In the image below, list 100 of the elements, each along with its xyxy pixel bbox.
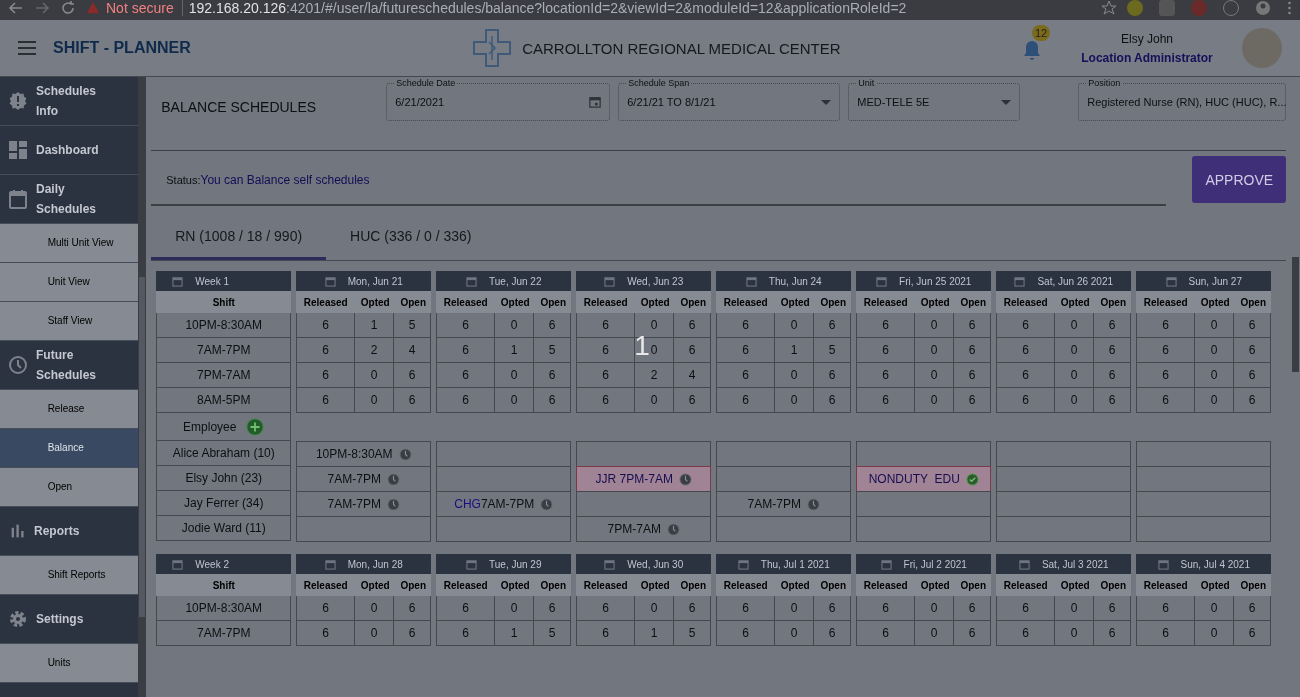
- column-header: Open: [539, 296, 568, 308]
- column-header: Opted: [639, 296, 671, 308]
- employee-cell: Jay Ferrer (34): [156, 491, 292, 516]
- count-cell: 6: [394, 621, 432, 645]
- shift-assignment[interactable]: 10PM-8:30AM: [296, 441, 432, 466]
- assignment-text: 7PM-7AM: [607, 522, 661, 536]
- count-cell: 6: [1094, 363, 1132, 387]
- tab[interactable]: RN (1008 / 18 / 990): [151, 214, 327, 260]
- shift-assignment[interactable]: 7AM-7PM: [296, 491, 432, 516]
- count-cell: 6: [577, 363, 635, 387]
- column-header: Open: [1099, 579, 1128, 591]
- day-header: Tue, Jun 29: [436, 554, 572, 574]
- clock-icon[interactable]: [806, 497, 820, 511]
- sidebar-item[interactable]: Release: [0, 390, 139, 429]
- clock-icon: [8, 355, 28, 375]
- shift-cell: 7PM-7AM: [156, 363, 292, 388]
- clock-icon[interactable]: [540, 497, 554, 511]
- calendar-icon[interactable]: [589, 96, 602, 108]
- count-cell: 6: [437, 338, 495, 362]
- column-header: Opted: [499, 579, 531, 591]
- calendar-icon: [172, 558, 184, 570]
- count-cell: 6: [437, 621, 495, 645]
- dropdown-arrow-icon[interactable]: [821, 99, 832, 105]
- count-cell: 6: [857, 388, 915, 412]
- count-cell: 6: [997, 388, 1055, 412]
- sidebar-item[interactable]: Balance: [0, 429, 139, 468]
- count-cell: 4: [394, 338, 432, 362]
- assignment-text: 10PM-8:30AM: [315, 447, 393, 461]
- count-cell: 1: [494, 338, 535, 362]
- count-cell: 6: [814, 621, 852, 645]
- shift-assignment[interactable]: 7PM-7AM: [576, 516, 712, 542]
- clock-icon[interactable]: [678, 472, 692, 486]
- shift-assignment[interactable]: 7AM-7PM: [296, 466, 432, 491]
- count-cell: 6: [717, 338, 775, 362]
- calendar-icon: [324, 558, 336, 570]
- clock-icon[interactable]: [386, 472, 400, 486]
- column-header: Released: [862, 579, 909, 591]
- count-cell: 0: [354, 388, 395, 412]
- clock-icon[interactable]: [386, 497, 400, 511]
- approve-button[interactable]: APPROVE: [1192, 156, 1287, 203]
- count-cell: 0: [634, 596, 675, 620]
- dropdown-arrow-icon[interactable]: [1001, 99, 1012, 105]
- reload-icon[interactable]: [60, 0, 76, 16]
- add-icon[interactable]: [246, 417, 265, 436]
- count-cell: 0: [1054, 338, 1095, 362]
- back-icon[interactable]: [8, 0, 24, 16]
- count-cell: 6: [394, 596, 432, 620]
- column-header: Opted: [779, 579, 811, 591]
- schedule-flag[interactable]: NONDUTY EDU: [856, 466, 992, 491]
- column-header: Shift: [156, 574, 292, 596]
- count-cell: 6: [1234, 363, 1272, 387]
- sidebar-item[interactable]: Units: [0, 644, 139, 683]
- check-circle-icon[interactable]: [965, 472, 979, 486]
- column-header: Open: [1239, 296, 1268, 308]
- sidebar-item[interactable]: Open: [0, 468, 139, 507]
- column-header: Open: [539, 579, 568, 591]
- count-cell: 0: [494, 388, 535, 412]
- day-header: Wed, Jun 30: [576, 554, 712, 574]
- employee-cell: Elsy John (23): [156, 466, 292, 491]
- count-cell: 0: [774, 388, 815, 412]
- calendar-icon: [745, 275, 757, 287]
- count-cell: 6: [1137, 363, 1195, 387]
- profile-icon[interactable]: [1255, 0, 1271, 16]
- assignment-text: 7AM-7PM: [747, 497, 801, 511]
- bell-icon[interactable]: [1022, 39, 1042, 61]
- clock-icon[interactable]: [666, 522, 680, 536]
- sidebar-item[interactable]: Shift Reports: [0, 556, 139, 595]
- schedule-flag[interactable]: JJR 7PM-7AM: [576, 466, 712, 491]
- sidebar-item[interactable]: Multi Unit View: [0, 224, 139, 263]
- sidebar-item[interactable]: Unit View: [0, 263, 139, 302]
- url-text: 192.168.20.126:4201/#/user/la/futureschedules/balance?locationId=2&viewId=2&moduleId=12&applicationRoleId=2: [188, 0, 908, 16]
- shift-assignment[interactable]: CHG7AM-7PM: [436, 491, 572, 516]
- count-cell: 6: [1137, 388, 1195, 412]
- column-header: Released: [1142, 296, 1189, 308]
- menu-icon[interactable]: [1287, 0, 1292, 16]
- column-header: Opted: [639, 579, 671, 591]
- scrollbar-thumb[interactable]: [139, 277, 146, 617]
- column-header: Opted: [919, 579, 951, 591]
- extension-icon[interactable]: [1127, 0, 1143, 16]
- count-cell: 0: [914, 313, 955, 337]
- star-icon[interactable]: [1101, 0, 1117, 16]
- column-header: Opted: [1199, 296, 1231, 308]
- day-header: Thu, Jul 1 2021: [716, 554, 852, 574]
- menu-icon[interactable]: [18, 41, 36, 55]
- sidebar-item[interactable]: Staff View: [0, 302, 139, 341]
- tab[interactable]: HUC (336 / 0 / 336): [326, 214, 496, 260]
- column-header: Released: [442, 296, 489, 308]
- column-header: Open: [1099, 296, 1128, 308]
- count-cell: 6: [577, 313, 635, 337]
- count-cell: 6: [577, 596, 635, 620]
- assignment-text: JJR 7PM-7AM: [595, 472, 673, 486]
- count-cell: 6: [577, 621, 635, 645]
- clock-icon[interactable]: [398, 447, 412, 461]
- count-cell: 6: [297, 596, 355, 620]
- forward-icon[interactable]: [34, 0, 50, 16]
- scrollbar-thumb[interactable]: [1292, 257, 1300, 372]
- count-cell: 0: [494, 313, 535, 337]
- count-cell: 6: [997, 363, 1055, 387]
- shift-assignment[interactable]: 7AM-7PM: [716, 491, 852, 516]
- column-header: Open: [399, 296, 428, 308]
